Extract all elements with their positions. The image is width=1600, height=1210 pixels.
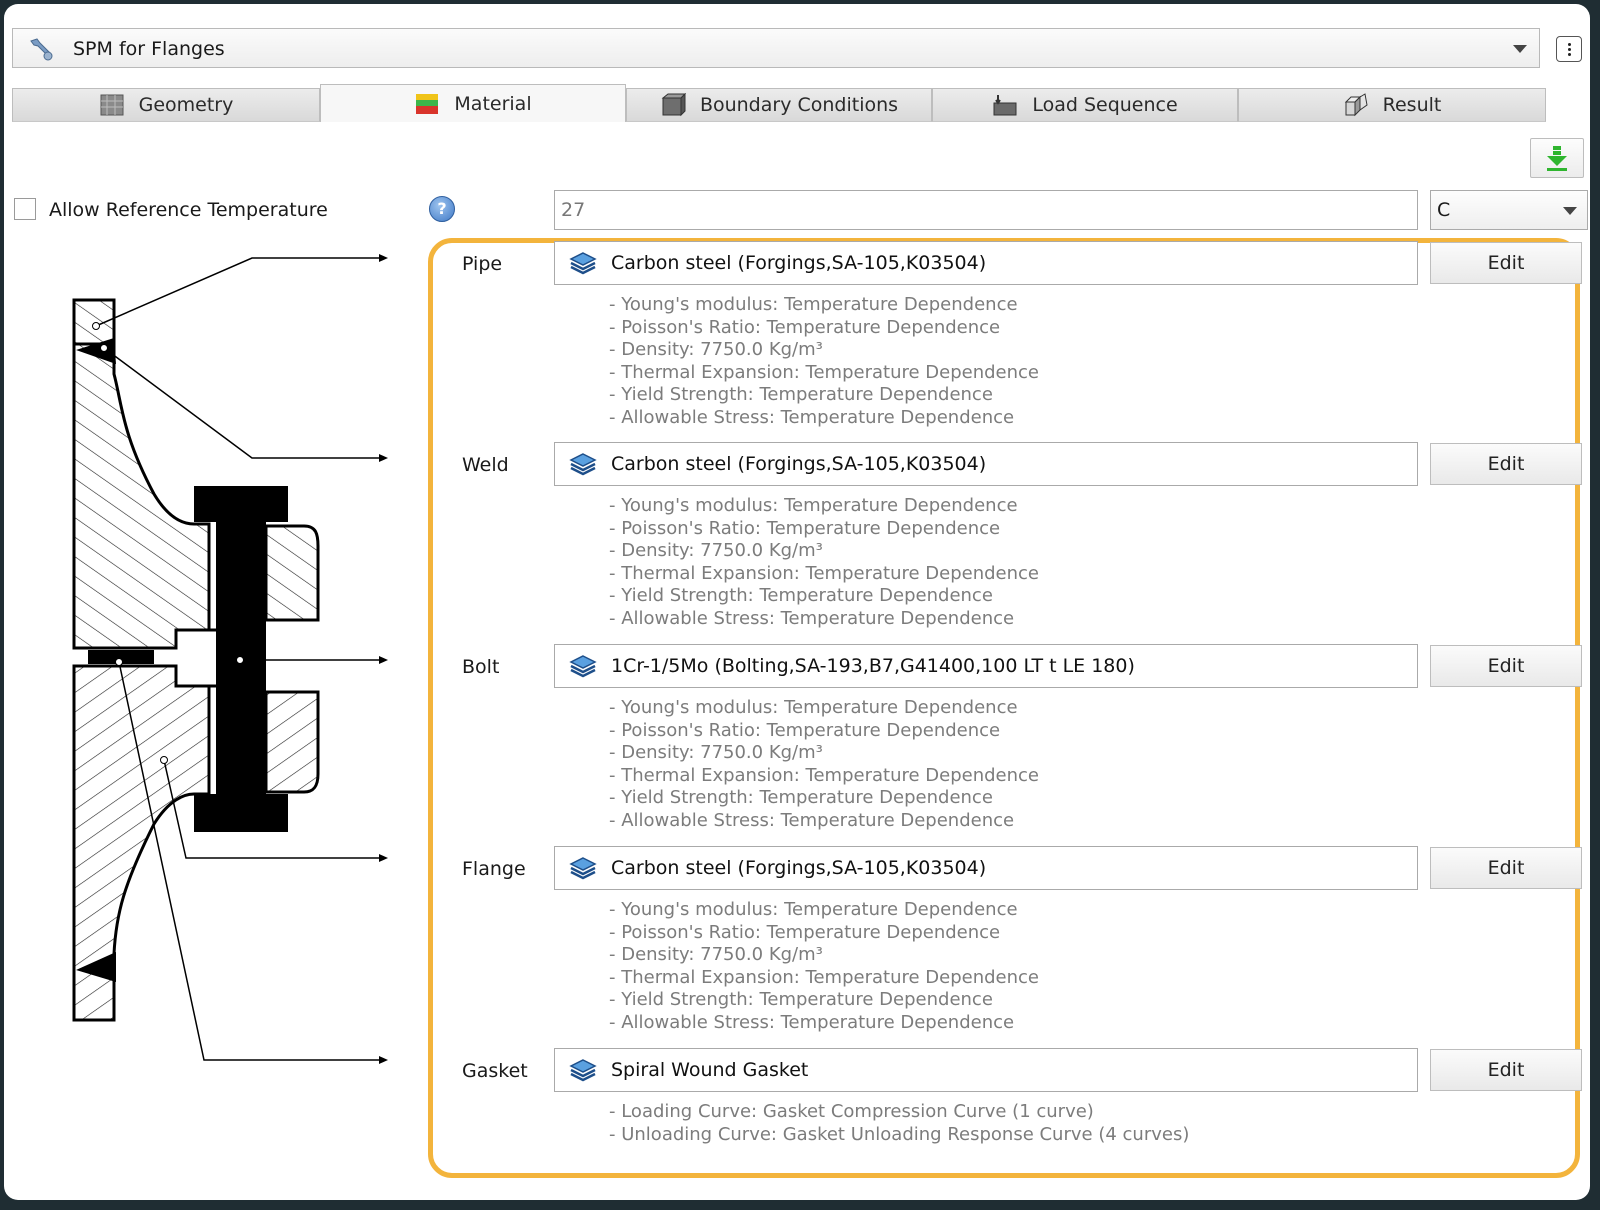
material-name: Carbon steel (Forgings,SA-105,K03504): [611, 857, 987, 879]
edit-button[interactable]: Edit: [1430, 443, 1582, 485]
material-properties: - Young's modulus: Temperature Dependenc…: [609, 495, 1039, 631]
material-name: Carbon steel (Forgings,SA-105,K03504): [611, 453, 987, 475]
material-properties: - Young's modulus: Temperature Dependenc…: [609, 899, 1039, 1035]
tab-geometry[interactable]: Geometry: [12, 88, 320, 122]
upper-pipe: [72, 298, 116, 346]
material-layers-icon: [569, 453, 597, 476]
material-properties: - Young's modulus: Temperature Dependenc…: [609, 294, 1039, 430]
reference-temperature-input[interactable]: 27: [554, 190, 1418, 230]
geometry-icon: [100, 94, 124, 116]
property-line: - Young's modulus: Temperature Dependenc…: [609, 899, 1018, 920]
property-line: - Unloading Curve: Gasket Unloading Resp…: [609, 1123, 1190, 1145]
property-line: - Density: 7750.0 Kg/m³: [609, 339, 823, 361]
tab-result[interactable]: Result: [1238, 88, 1546, 122]
boundary-conditions-icon: [661, 93, 686, 117]
allow-reference-temperature-label: Allow Reference Temperature: [49, 199, 328, 221]
result-icon: [1344, 93, 1368, 117]
property-line: - Yield Strength: Temperature Dependence: [609, 989, 993, 1011]
tab-label: Boundary Conditions: [699, 94, 899, 116]
chevron-down-icon: [1563, 207, 1577, 215]
upper-washer: [264, 524, 320, 622]
property-line: - Density: 7750.0 Kg/m³: [609, 540, 823, 562]
arrowheads: [379, 254, 388, 1064]
property-line: - Allowable Stress: Temperature Dependen…: [609, 809, 1015, 831]
material-name: Carbon steel (Forgings,SA-105,K03504): [611, 252, 987, 274]
property-line: - Density: 7750.0 Kg/m³: [609, 944, 823, 966]
flange-cross-section-diagram: [72, 254, 388, 1064]
material-field[interactable]: Carbon steel (Forgings,SA-105,K03504): [554, 241, 1418, 285]
material-layers-icon: [569, 1059, 597, 1082]
download-button[interactable]: [1530, 138, 1584, 178]
tab-bar: Geometry Material Boundary Conditions Lo…: [12, 84, 1580, 122]
material-icon: [416, 93, 439, 114]
material-label: Pipe: [462, 253, 503, 275]
lower-washer: [264, 690, 320, 794]
tab-label: Material: [454, 92, 532, 115]
material-field[interactable]: Spiral Wound Gasket: [554, 1048, 1418, 1092]
help-icon[interactable]: ?: [429, 196, 455, 222]
property-line: - Allowable Stress: Temperature Dependen…: [609, 1011, 1015, 1033]
chevron-down-icon: [1513, 45, 1527, 53]
material-properties: - Young's modulus: Temperature Dependenc…: [609, 697, 1039, 833]
unit-value: C: [1437, 199, 1451, 221]
edit-button[interactable]: Edit: [1430, 242, 1582, 284]
load-sequence-icon: [993, 95, 1017, 116]
material-field[interactable]: Carbon steel (Forgings,SA-105,K03504): [554, 846, 1418, 890]
tab-boundary-conditions[interactable]: Boundary Conditions: [626, 88, 932, 122]
property-line: - Poisson's Ratio: Temperature Dependenc…: [609, 719, 1001, 741]
property-line: - Allowable Stress: Temperature Dependen…: [609, 607, 1015, 629]
property-line: - Young's modulus: Temperature Dependenc…: [609, 294, 1018, 315]
material-layers-icon: [569, 252, 597, 275]
temperature-unit-select[interactable]: C: [1430, 190, 1588, 230]
material-label: Gasket: [462, 1060, 528, 1082]
wrench-icon: [30, 38, 53, 61]
material-field[interactable]: Carbon steel (Forgings,SA-105,K03504): [554, 442, 1418, 486]
property-line: - Poisson's Ratio: Temperature Dependenc…: [609, 921, 1001, 943]
property-line: - Thermal Expansion: Temperature Depende…: [609, 562, 1040, 584]
property-line: - Thermal Expansion: Temperature Depende…: [609, 764, 1040, 786]
property-line: - Young's modulus: Temperature Dependenc…: [609, 697, 1018, 718]
download-arrow-icon: [1547, 146, 1567, 171]
property-line: - Poisson's Ratio: Temperature Dependenc…: [609, 316, 1001, 338]
property-line: - Yield Strength: Temperature Dependence: [609, 787, 993, 809]
edit-button[interactable]: Edit: [1430, 645, 1582, 687]
property-line: - Density: 7750.0 Kg/m³: [609, 742, 823, 764]
analysis-selector[interactable]: SPM for Flanges: [12, 28, 1540, 68]
material-field[interactable]: 1Cr-1/5Mo (Bolting,SA-193,B7,G41400,100 …: [554, 644, 1418, 688]
tab-label: Result: [1382, 94, 1442, 116]
bolt-nut: [194, 794, 288, 832]
more-options-button[interactable]: [1556, 36, 1582, 62]
tab-material[interactable]: Material: [320, 84, 626, 122]
property-line: - Allowable Stress: Temperature Dependen…: [609, 406, 1015, 428]
material-layers-icon: [569, 655, 597, 678]
material-label: Flange: [462, 858, 526, 880]
bolt-head: [194, 486, 288, 522]
bolt-shank: [216, 522, 266, 832]
material-name: Spiral Wound Gasket: [611, 1059, 809, 1081]
material-label: Weld: [462, 454, 509, 476]
allow-reference-temperature-checkbox[interactable]: [14, 198, 36, 220]
property-line: - Thermal Expansion: Temperature Depende…: [609, 966, 1040, 988]
property-line: - Yield Strength: Temperature Dependence: [609, 384, 993, 406]
property-line: - Loading Curve: Gasket Compression Curv…: [609, 1101, 1094, 1122]
property-line: - Young's modulus: Temperature Dependenc…: [609, 495, 1018, 516]
material-name: 1Cr-1/5Mo (Bolting,SA-193,B7,G41400,100 …: [611, 655, 1135, 677]
property-line: - Yield Strength: Temperature Dependence: [609, 585, 993, 607]
edit-button[interactable]: Edit: [1430, 847, 1582, 889]
tab-label: Geometry: [138, 94, 234, 116]
material-layers-icon: [569, 857, 597, 880]
edit-button[interactable]: Edit: [1430, 1049, 1582, 1091]
analysis-title: SPM for Flanges: [73, 38, 225, 60]
upper-flange: [72, 342, 211, 650]
app-window: SPM for Flanges Geometry Material Bounda…: [4, 4, 1590, 1200]
material-label: Bolt: [462, 656, 500, 678]
tab-load-sequence[interactable]: Load Sequence: [932, 88, 1238, 122]
property-line: - Thermal Expansion: Temperature Depende…: [609, 361, 1040, 383]
tab-label: Load Sequence: [1032, 94, 1178, 116]
material-properties: - Loading Curve: Gasket Compression Curv…: [609, 1101, 1189, 1146]
property-line: - Poisson's Ratio: Temperature Dependenc…: [609, 517, 1001, 539]
